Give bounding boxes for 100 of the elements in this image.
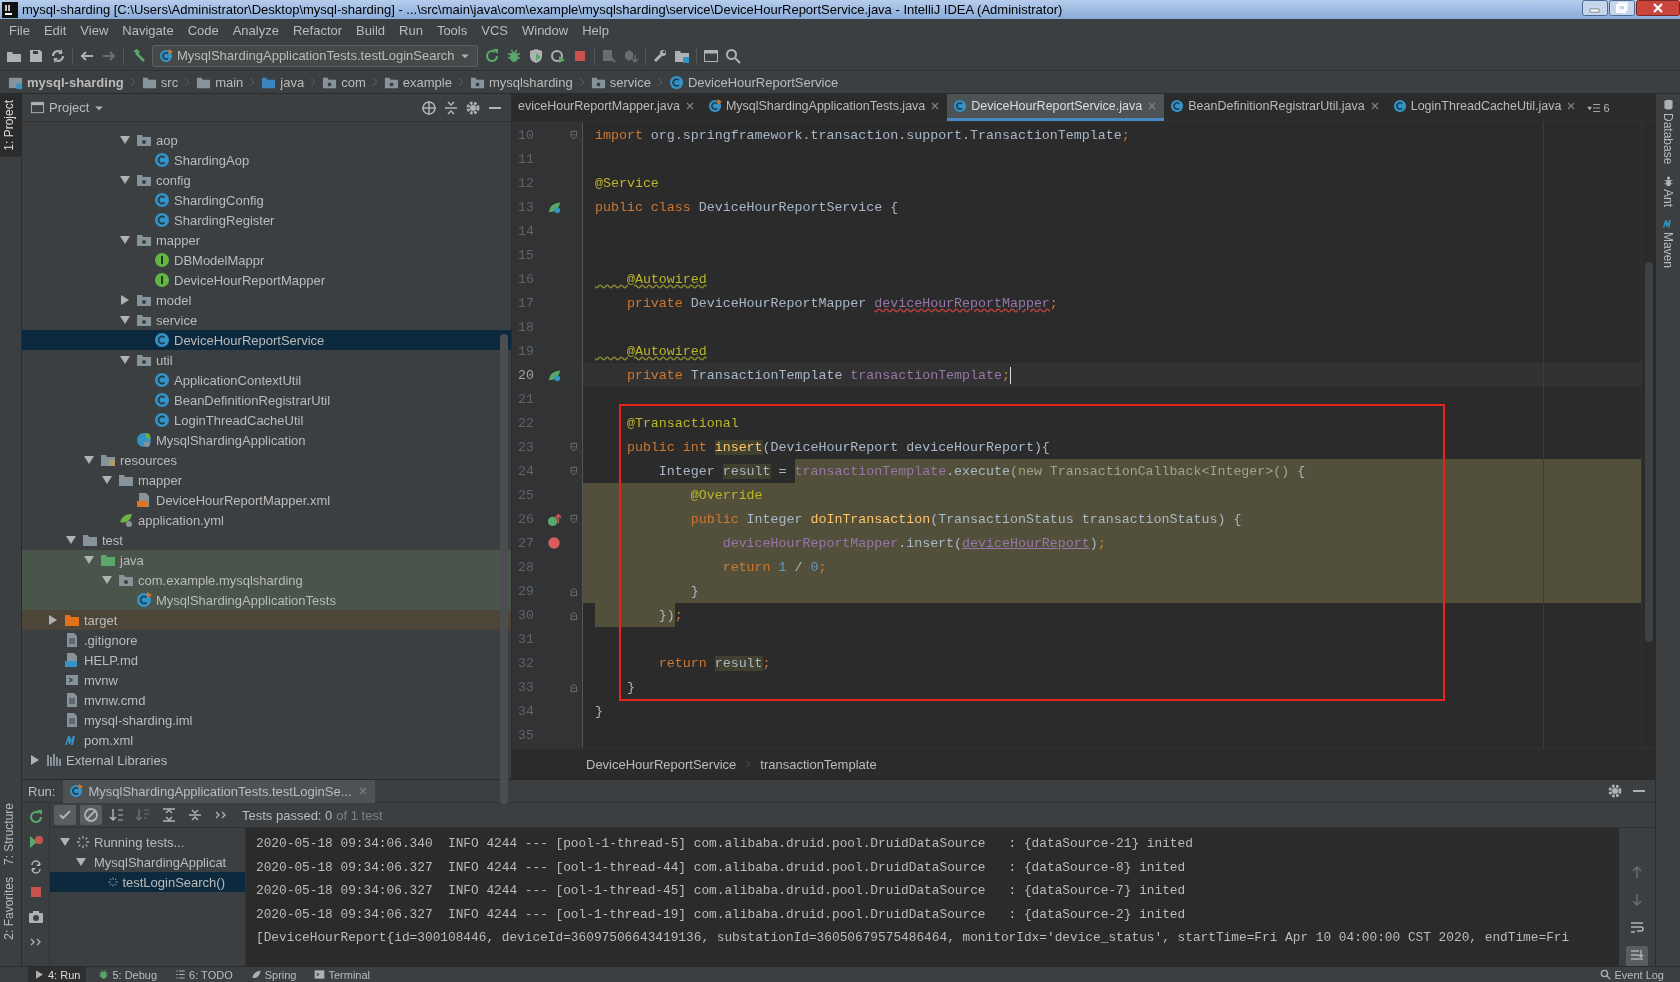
tree-item[interactable]: target	[22, 610, 511, 630]
collapse-arrow-icon[interactable]	[102, 575, 112, 585]
tool-window-button[interactable]: 4: Run	[28, 966, 87, 982]
event-log-button[interactable]: Event Log	[1600, 968, 1680, 981]
menu-item[interactable]: File	[2, 22, 37, 38]
editor-tab[interactable]: DeviceHourReportService.java	[947, 94, 1165, 121]
tree-item[interactable]: External Libraries	[22, 750, 511, 770]
tree-item[interactable]: DeviceHourReportService	[22, 330, 511, 350]
profiler-icon[interactable]	[549, 47, 566, 64]
scrollbar[interactable]	[1645, 262, 1653, 642]
collapse-arrow-icon[interactable]	[120, 235, 130, 245]
fold-icon[interactable]	[568, 464, 580, 478]
run-tab[interactable]: MysqlShardingApplicationTests.testLoginSe...	[63, 779, 375, 803]
tree-item[interactable]: aop	[22, 130, 511, 150]
editor-tab[interactable]: BeanDefinitionRegistrarUtil.java	[1164, 94, 1387, 121]
shield-icon[interactable]	[527, 47, 544, 64]
breadcrumb-item[interactable]: main	[196, 74, 244, 90]
tree-item[interactable]: ShardingAop	[22, 150, 511, 170]
collapse-arrow-icon[interactable]	[120, 315, 130, 325]
tree-item[interactable]: DeviceHourReportMapper	[22, 270, 511, 290]
tool-window-tab[interactable]: 2: Favorites	[0, 871, 21, 946]
scrollbar[interactable]	[500, 334, 508, 804]
menu-item[interactable]: Build	[349, 22, 392, 38]
tree-item[interactable]: BeanDefinitionRegistrarUtil	[22, 390, 511, 410]
tab-overflow-button[interactable]: 6	[1583, 94, 1614, 121]
wrench-icon[interactable]	[651, 47, 668, 64]
menu-item[interactable]: Navigate	[115, 22, 181, 38]
restore-window-icon[interactable]	[1609, 0, 1635, 16]
collapse-arrow-icon[interactable]	[102, 475, 112, 485]
bug-icon[interactable]	[505, 47, 522, 64]
settings-icon[interactable]	[465, 99, 481, 116]
menu-item[interactable]: Refactor	[285, 22, 350, 38]
rerun-failed-icon[interactable]	[27, 834, 44, 850]
tree-item[interactable]: DBModelMappr	[22, 250, 511, 270]
tree-item[interactable]: application.yml	[22, 510, 511, 530]
tree-item[interactable]: DeviceHourReportMapper.xml	[22, 490, 511, 510]
tree-item[interactable]: pom.xml	[22, 730, 511, 750]
test-tree-item[interactable]: Running tests...	[50, 832, 245, 852]
tree-item[interactable]: mapper	[22, 230, 511, 250]
tool-window-tab[interactable]: Maven	[1661, 217, 1675, 269]
menu-item[interactable]: VCS	[474, 22, 515, 38]
tree-item[interactable]: ApplicationContextUtil	[22, 370, 511, 390]
tree-item[interactable]: test	[22, 530, 511, 550]
tool-window-button[interactable]: Spring	[244, 966, 303, 982]
breadcrumb-item[interactable]: java	[261, 74, 305, 90]
toggle-button[interactable]	[1626, 946, 1648, 966]
tree-item[interactable]: MysqlShardingApplicationTests	[22, 590, 511, 610]
breadcrumb-item[interactable]: src	[141, 74, 179, 90]
menu-item[interactable]: Tools	[429, 22, 475, 38]
menu-item[interactable]: Analyze	[225, 22, 286, 38]
breakpoint-icon[interactable]	[547, 536, 561, 550]
collapse-arrow-icon[interactable]	[84, 555, 94, 565]
collapse-all-icon[interactable]	[443, 99, 459, 116]
editor-tab[interactable]: eviceHourReportMapper.java	[512, 94, 702, 121]
run-configuration-dropdown[interactable]: MysqlShardingApplicationTests.testLoginSearch	[152, 44, 478, 67]
tree-item[interactable]: ShardingRegister	[22, 210, 511, 230]
collapse-arrow-icon[interactable]	[84, 455, 94, 465]
tree-item[interactable]: HELP.md	[22, 650, 511, 670]
rerun-icon[interactable]	[483, 47, 500, 64]
toggle-button[interactable]	[80, 805, 102, 825]
tree-item[interactable]: ShardingConfig	[22, 190, 511, 210]
menu-item[interactable]: Window	[514, 22, 576, 38]
collapse-arrow-icon[interactable]	[120, 175, 130, 185]
tree-item[interactable]: .gitignore	[22, 630, 511, 650]
breadcrumb-item[interactable]: example	[383, 74, 452, 90]
toggle-button[interactable]	[54, 805, 76, 825]
fold-icon[interactable]	[568, 128, 580, 142]
camera-icon[interactable]	[27, 909, 44, 925]
test-tree-item[interactable]: MysqlShardingApplicat	[50, 852, 245, 872]
tree-item[interactable]: model	[22, 290, 511, 310]
tree-item[interactable]: mvnw.cmd	[22, 690, 511, 710]
minimize-window-icon[interactable]	[1582, 0, 1608, 16]
breadcrumb-item[interactable]: com	[322, 74, 366, 90]
tree-item[interactable]: resources	[22, 450, 511, 470]
breadcrumb-item[interactable]: DeviceHourReportService	[586, 756, 737, 772]
collapse-arrow-icon[interactable]	[120, 135, 130, 145]
tool-window-tab[interactable]: Database	[1661, 98, 1675, 165]
expand-arrow-icon[interactable]	[48, 615, 58, 625]
tool-window-button[interactable]: Terminal	[308, 966, 377, 982]
sync-icon[interactable]	[50, 47, 66, 64]
tree-item[interactable]: MysqlShardingApplication	[22, 430, 511, 450]
tool-window-tab[interactable]: 7: Structure	[0, 797, 21, 872]
tool-window-button[interactable]: 5: Debug	[92, 966, 164, 982]
tree-item[interactable]: config	[22, 170, 511, 190]
expand-arrow-icon[interactable]	[120, 295, 130, 305]
breadcrumb-item[interactable]: transactionTemplate	[760, 756, 877, 772]
tree-item[interactable]: LoginThreadCacheUtil	[22, 410, 511, 430]
editor-tab[interactable]: LoginThreadCacheUtil.java	[1386, 94, 1584, 121]
locate-icon[interactable]	[421, 99, 437, 116]
collapse-arrow-icon[interactable]	[120, 355, 130, 365]
menu-item[interactable]: Code	[180, 22, 226, 38]
test-tree-item[interactable]: testLoginSearch()	[50, 872, 245, 892]
tool-window-button[interactable]: 6: TODO	[169, 966, 239, 982]
save-icon[interactable]	[28, 47, 44, 64]
tree-item[interactable]: mysql-sharding.iml	[22, 710, 511, 730]
menu-item[interactable]: Edit	[36, 22, 74, 38]
rerun-icon[interactable]	[27, 809, 44, 825]
editor-tab[interactable]: MysqlShardingApplicationTests.java	[701, 94, 948, 121]
tree-item[interactable]: service	[22, 310, 511, 330]
tree-item[interactable]: mapper	[22, 470, 511, 490]
